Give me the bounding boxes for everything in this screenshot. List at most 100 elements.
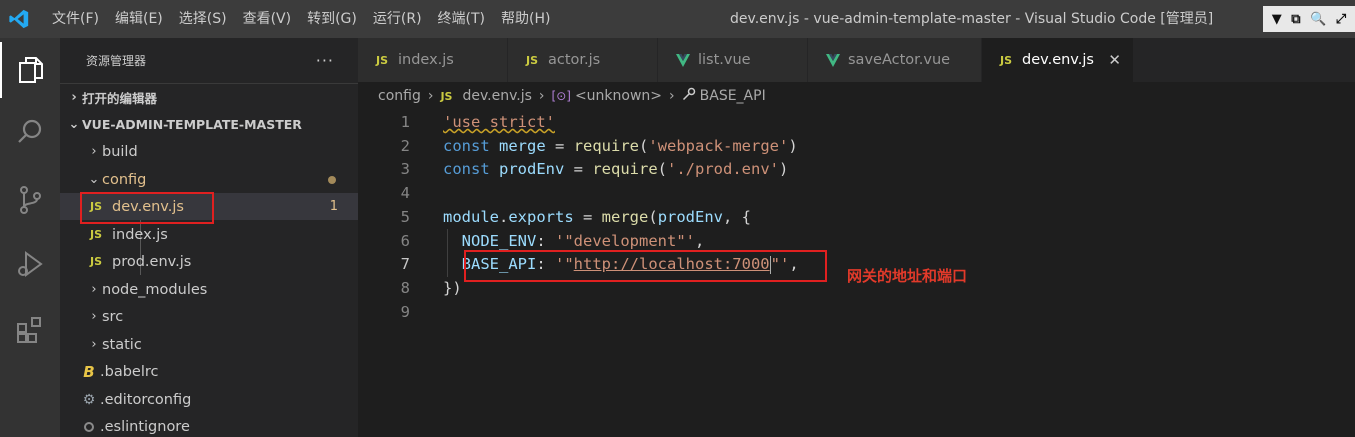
breadcrumb-symbol[interactable]: <unknown>	[575, 88, 662, 104]
code-line-1: 'use strict'	[443, 113, 555, 131]
symbol-bracket-icon: [⊙]	[551, 89, 571, 103]
tree-item-label: static	[102, 336, 142, 353]
breadcrumb-file[interactable]: dev.env.js	[462, 88, 531, 104]
vue-file-icon	[676, 53, 698, 67]
dropdown-control-icon[interactable]: ▼	[1272, 12, 1282, 27]
babel-file-icon: B	[83, 362, 95, 381]
breadcrumb-property[interactable]: BASE_API	[700, 88, 766, 104]
title-bar: 文件(F) 编辑(E) 选择(S) 查看(V) 转到(G) 运行(R) 终端(T…	[0, 0, 1355, 38]
vue-file-icon	[826, 53, 848, 67]
tab-index-js[interactable]: JS index.js	[358, 38, 508, 82]
line-number: 8	[400, 279, 410, 297]
js-file-icon: JS	[90, 228, 103, 241]
line-number: 1	[400, 113, 410, 131]
tree-item-label: prod.env.js	[112, 253, 192, 270]
open-editors-section[interactable]: › 打开的编辑器	[60, 83, 358, 110]
breadcrumb: config › JS dev.env.js › [⊙] <unknown> ›…	[358, 82, 1355, 110]
explorer-header: 资源管理器 ···	[60, 38, 358, 82]
eslint-file-icon	[78, 421, 100, 432]
tree-item-config[interactable]: ⌄ config	[60, 166, 358, 193]
js-file-icon: JS	[526, 53, 539, 67]
explorer-title: 资源管理器	[86, 53, 147, 68]
chevron-right-icon: ›	[91, 337, 97, 352]
vscode-logo-icon	[0, 0, 38, 38]
tree-item-babelrc[interactable]: B .babelrc	[60, 358, 358, 385]
tab-dev-env-js[interactable]: JS dev.env.js ✕	[982, 38, 1134, 82]
project-label: VUE-ADMIN-TEMPLATE-MASTER	[82, 117, 302, 132]
chevron-right-icon: ›	[669, 88, 675, 104]
tab-label: saveActor.vue	[848, 52, 951, 68]
tree-item-label: config	[102, 171, 147, 188]
menu-help[interactable]: 帮助(H)	[493, 0, 558, 38]
tree-item-label: .eslintignore	[100, 418, 190, 435]
highlight-box	[80, 192, 214, 224]
tree-item-label: src	[102, 308, 124, 325]
tree-item-eslintignore[interactable]: .eslintignore	[60, 413, 358, 437]
open-editors-label: 打开的编辑器	[82, 90, 158, 106]
breadcrumb-folder[interactable]: config	[378, 88, 421, 104]
chevron-right-icon: ›	[91, 282, 97, 297]
menu-edit[interactable]: 编辑(E)	[107, 0, 171, 38]
tree-item-static[interactable]: › static	[60, 331, 358, 358]
tree-item-build[interactable]: › build	[60, 138, 358, 165]
tree-item-label: node_modules	[102, 281, 208, 298]
tree-item-label: .editorconfig	[100, 391, 192, 408]
code-line-3: const prodEnv = require('./prod.env')	[443, 160, 789, 178]
tree-item-src[interactable]: › src	[60, 303, 358, 330]
restore-icon[interactable]: ⧉	[1291, 12, 1300, 27]
problem-count-badge: 1	[329, 199, 338, 214]
highlight-box	[464, 250, 827, 282]
tab-label: dev.env.js	[1022, 52, 1094, 68]
tree-item-label: .babelrc	[100, 363, 159, 380]
code-line-8: })	[443, 279, 462, 297]
menu-go[interactable]: 转到(G)	[299, 0, 365, 38]
tab-actor-js[interactable]: JS actor.js	[508, 38, 658, 82]
code-line-5: module.exports = merge(prodEnv, {	[443, 208, 752, 226]
chevron-right-icon: ›	[538, 88, 545, 104]
chevron-right-icon: ›	[427, 88, 434, 104]
project-section[interactable]: ⌄ VUE-ADMIN-TEMPLATE-MASTER	[60, 111, 358, 138]
tab-saveactor-vue[interactable]: saveActor.vue	[808, 38, 982, 82]
extensions-icon[interactable]	[0, 302, 60, 358]
menu-view[interactable]: 查看(V)	[235, 0, 300, 38]
chevron-right-icon: ›	[91, 144, 97, 159]
js-file-icon: JS	[440, 89, 453, 103]
window-title: dev.env.js - vue-admin-template-master -…	[730, 11, 1214, 27]
expand-icon[interactable]: ⤢	[1336, 12, 1346, 27]
activity-bar	[0, 38, 60, 437]
magnifier-icon[interactable]: 🔍	[1310, 12, 1326, 27]
line-number: 3	[400, 160, 410, 178]
wrench-icon	[682, 87, 696, 105]
menu-selection[interactable]: 选择(S)	[171, 0, 235, 38]
tree-item-editorconfig[interactable]: ⚙ .editorconfig	[60, 386, 358, 413]
source-control-icon[interactable]	[0, 172, 60, 228]
chevron-right-icon: ›	[71, 89, 77, 105]
more-actions-icon[interactable]: ···	[316, 51, 334, 70]
run-debug-icon[interactable]	[0, 236, 60, 292]
tree-item-label: build	[102, 143, 138, 160]
menu-bar: 文件(F) 编辑(E) 选择(S) 查看(V) 转到(G) 运行(R) 终端(T…	[44, 0, 558, 38]
search-icon[interactable]	[0, 104, 60, 160]
window-controls: ▼ ⧉ 🔍 ⤢	[1263, 6, 1355, 32]
editor-tab-bar: JS index.js JS actor.js list.vue saveAct…	[358, 38, 1355, 82]
chevron-right-icon: ›	[91, 309, 97, 324]
menu-terminal[interactable]: 终端(T)	[430, 0, 493, 38]
tree-item-index-js[interactable]: JS index.js	[60, 221, 358, 248]
code-editor[interactable]: 1 2 3 4 5 6 7 8 9 'use strict' const mer…	[358, 110, 1355, 437]
line-number: 7	[400, 255, 410, 273]
js-file-icon: JS	[376, 53, 389, 67]
tab-list-vue[interactable]: list.vue	[658, 38, 808, 82]
explorer-icon[interactable]	[0, 42, 60, 98]
menu-run[interactable]: 运行(R)	[365, 0, 430, 38]
line-number: 6	[400, 232, 410, 250]
tree-item-prod-env-js[interactable]: JS prod.env.js	[60, 248, 358, 275]
chevron-down-icon: ⌄	[68, 117, 80, 132]
explorer-sidebar: 资源管理器 ··· › 打开的编辑器 ⌄ VUE-ADMIN-TEMPLATE-…	[60, 38, 358, 437]
line-number: 2	[400, 137, 410, 155]
menu-file[interactable]: 文件(F)	[44, 0, 107, 38]
line-number: 9	[400, 303, 410, 321]
tree-item-node-modules[interactable]: › node_modules	[60, 276, 358, 303]
tab-label: actor.js	[548, 52, 601, 68]
close-icon[interactable]: ✕	[1108, 51, 1121, 69]
code-line-2: const merge = require('webpack-merge')	[443, 137, 798, 155]
